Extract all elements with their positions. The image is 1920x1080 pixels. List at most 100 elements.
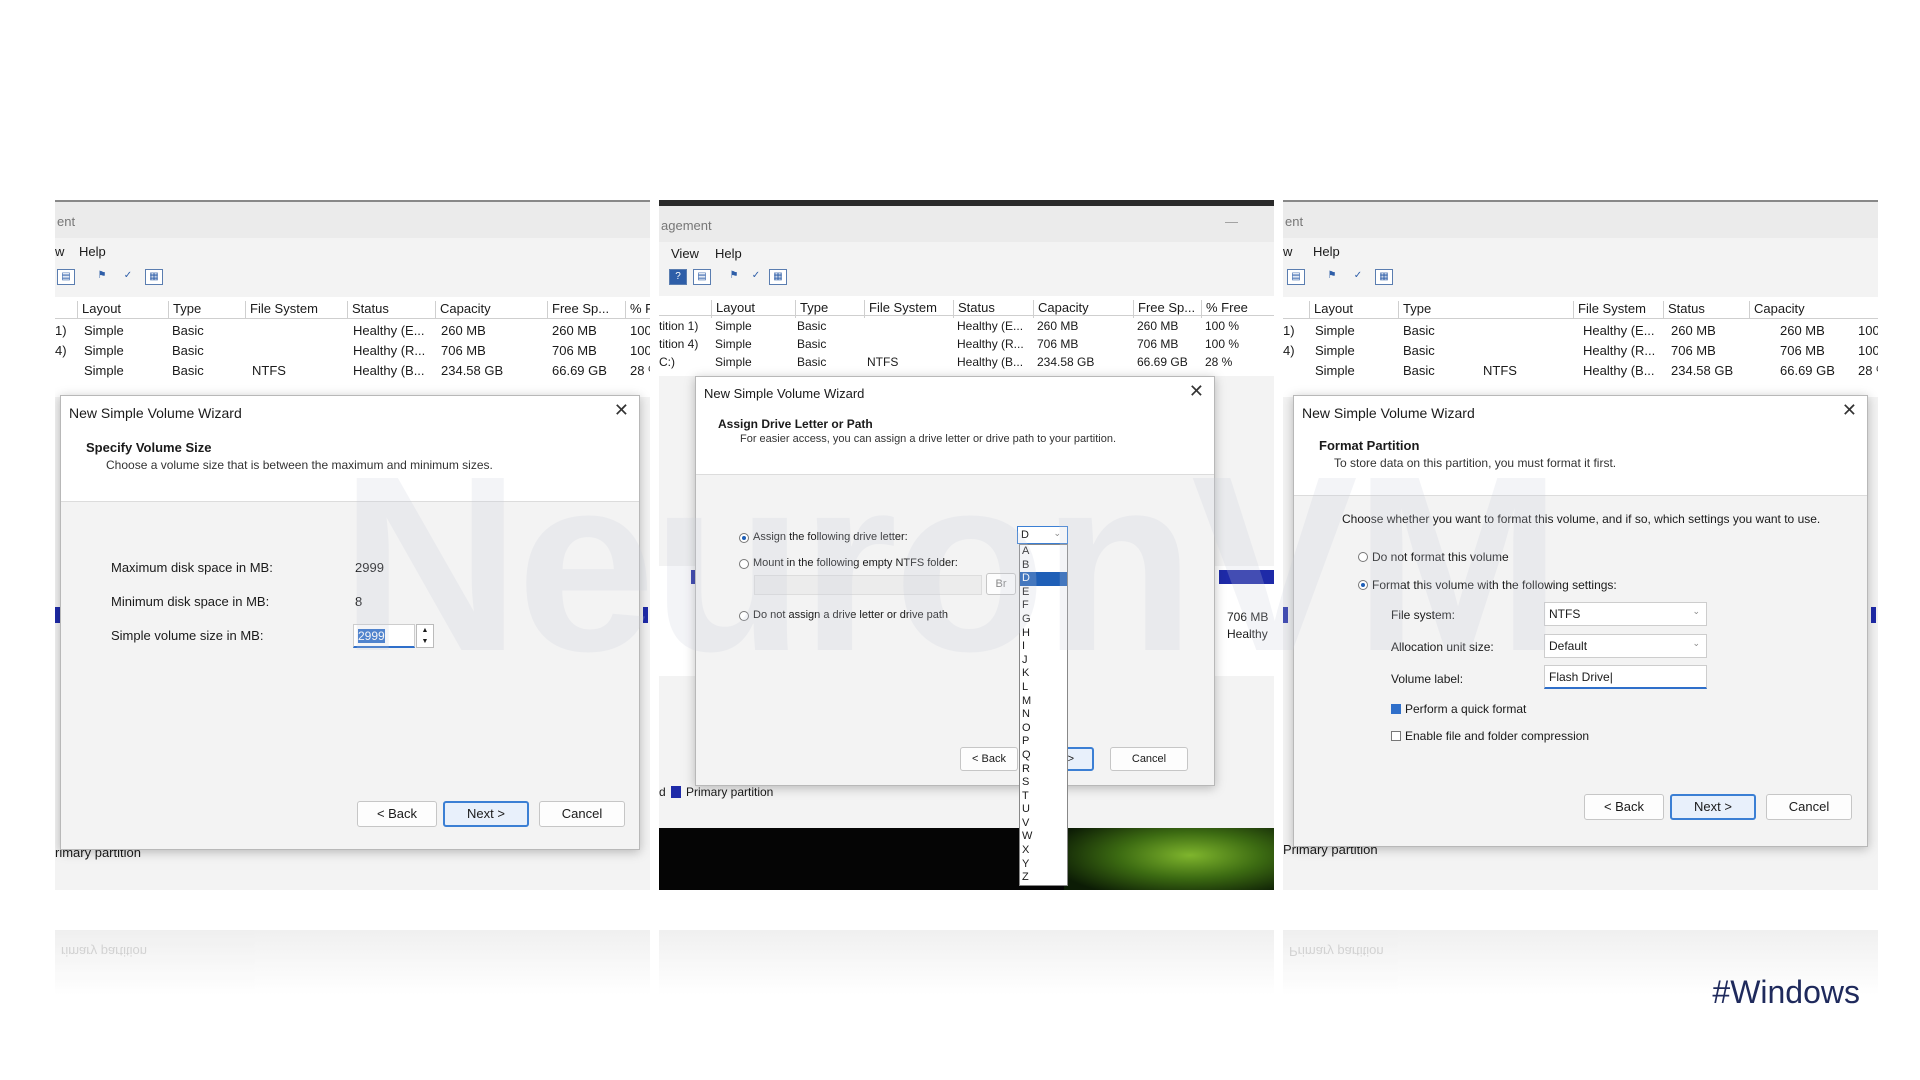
drive-letter-list[interactable]: ABDEFGHIJKLMNOPQRSTUVWXYZ [1019, 544, 1068, 886]
drive-letter-option[interactable]: Y [1020, 858, 1067, 872]
col-capacity[interactable]: Capacity [1033, 300, 1089, 318]
disk-list-icon[interactable]: ▤ [693, 269, 711, 285]
file-system-select[interactable]: NTFS ⌄ [1544, 602, 1707, 626]
back-button[interactable]: < Back [960, 747, 1018, 771]
col-type[interactable]: Type [1398, 301, 1431, 319]
browse-button[interactable]: Br [986, 573, 1016, 595]
back-button[interactable]: < Back [1584, 794, 1664, 820]
col-file-system[interactable]: File System [864, 300, 937, 318]
col-pct-free[interactable]: % Free [1201, 300, 1248, 318]
no-format-radio[interactable] [1358, 552, 1368, 562]
drive-letter-option[interactable]: G [1020, 613, 1067, 627]
checklist-icon[interactable]: ✓ [119, 269, 137, 285]
properties-icon[interactable]: ▦ [769, 269, 787, 285]
drive-letter-option[interactable]: P [1020, 735, 1067, 749]
chevron-down-icon[interactable]: ▼ [422, 638, 429, 645]
drive-letter-option[interactable]: W [1020, 830, 1067, 844]
drive-letter-option[interactable]: B [1020, 559, 1067, 573]
compression-checkbox[interactable] [1391, 731, 1401, 741]
volume-size-input[interactable]: 2999 [353, 624, 415, 648]
drive-letter-option[interactable]: V [1020, 817, 1067, 831]
drive-letter-option[interactable]: D [1020, 572, 1067, 586]
size-spinner[interactable]: ▲ ▼ [416, 624, 434, 648]
drive-letter-select[interactable]: D ⌄ [1017, 526, 1068, 544]
mount-path-input[interactable] [754, 575, 982, 595]
col-type[interactable]: Type [168, 301, 201, 319]
connect-icon[interactable]: ⚑ [1323, 269, 1341, 285]
col-layout[interactable]: Layout [1309, 301, 1353, 319]
properties-icon[interactable]: ▦ [1375, 269, 1393, 285]
volume-label-input[interactable]: Flash Drive| [1544, 665, 1707, 689]
drive-letter-option[interactable]: N [1020, 708, 1067, 722]
quick-format-checkbox[interactable] [1391, 704, 1401, 714]
no-letter-radio[interactable] [739, 611, 749, 621]
cancel-button[interactable]: Cancel [1110, 747, 1188, 771]
minimize-button[interactable]: — [1225, 214, 1238, 229]
table-row[interactable]: 4) Simple Basic Healthy (R... 706 MB 706… [1283, 341, 1878, 360]
drive-letter-option[interactable]: R [1020, 763, 1067, 777]
drive-letter-option[interactable]: I [1020, 640, 1067, 654]
properties-icon[interactable]: ▦ [145, 269, 163, 285]
disk-list-icon[interactable]: ▤ [1287, 269, 1305, 285]
col-capacity[interactable]: Capacity [1749, 301, 1805, 319]
drive-letter-option[interactable]: M [1020, 695, 1067, 709]
checklist-icon[interactable]: ✓ [1349, 269, 1367, 285]
next-button[interactable]: Next > [443, 801, 529, 827]
table-row[interactable]: tition 4) Simple Basic Healthy (R... 706… [659, 335, 1274, 354]
menu-item-view[interactable]: View [671, 246, 699, 261]
col-pct-free[interactable]: % Free [625, 301, 650, 319]
help-icon[interactable]: ? [669, 269, 687, 285]
close-icon[interactable]: ✕ [614, 400, 629, 421]
drive-letter-option[interactable]: A [1020, 545, 1067, 559]
disk-list-icon[interactable]: ▤ [57, 269, 75, 285]
drive-letter-option[interactable]: O [1020, 722, 1067, 736]
drive-letter-option[interactable]: Z [1020, 871, 1067, 885]
close-icon[interactable]: ✕ [1189, 381, 1204, 402]
drive-letter-option[interactable]: S [1020, 776, 1067, 790]
col-layout[interactable]: Layout [711, 300, 755, 318]
drive-letter-option[interactable]: E [1020, 586, 1067, 600]
drive-letter-option[interactable]: L [1020, 681, 1067, 695]
cancel-button[interactable]: Cancel [539, 801, 625, 827]
col-file-system[interactable]: File System [1573, 301, 1646, 319]
drive-letter-option[interactable]: T [1020, 790, 1067, 804]
drive-letter-option[interactable]: J [1020, 654, 1067, 668]
format-radio[interactable] [1358, 580, 1368, 590]
menu-item-view[interactable]: w [1283, 244, 1292, 259]
drive-letter-option[interactable]: K [1020, 667, 1067, 681]
connect-icon[interactable]: ⚑ [93, 269, 111, 285]
table-row[interactable]: 1) Simple Basic Healthy (E... 260 MB 260… [1283, 321, 1878, 340]
menu-item-view[interactable]: w [55, 244, 64, 259]
drive-letter-option[interactable]: X [1020, 844, 1067, 858]
table-row[interactable]: 4) Simple Basic Healthy (R... 706 MB 706… [55, 341, 650, 360]
menu-item-help[interactable]: Help [715, 246, 742, 261]
menu-item-help[interactable]: Help [79, 244, 106, 259]
table-row[interactable]: Simple Basic NTFS Healthy (B... 234.58 G… [1283, 361, 1878, 380]
table-row[interactable]: tition 1) Simple Basic Healthy (E... 260… [659, 317, 1274, 336]
checklist-icon[interactable]: ✓ [747, 269, 765, 285]
col-status[interactable]: Status [347, 301, 389, 319]
next-button[interactable]: Next > [1670, 794, 1756, 820]
col-free-space[interactable]: Free Sp... [1133, 300, 1195, 318]
close-icon[interactable]: ✕ [1842, 400, 1857, 421]
table-row[interactable]: 1) Simple Basic Healthy (E... 260 MB 260… [55, 321, 650, 340]
col-layout[interactable]: Layout [77, 301, 121, 319]
drive-letter-option[interactable]: Q [1020, 749, 1067, 763]
col-file-system[interactable]: File System [245, 301, 318, 319]
col-type[interactable]: Type [795, 300, 828, 318]
connect-icon[interactable]: ⚑ [725, 269, 743, 285]
table-row[interactable]: Simple Basic NTFS Healthy (B... 234.58 G… [55, 361, 650, 380]
chevron-down-icon[interactable]: ⌄ [1053, 528, 1061, 539]
drive-letter-option[interactable]: U [1020, 803, 1067, 817]
drive-letter-option[interactable]: F [1020, 599, 1067, 613]
back-button[interactable]: < Back [357, 801, 437, 827]
mount-folder-radio[interactable] [739, 559, 749, 569]
drive-letter-option[interactable]: H [1020, 627, 1067, 641]
table-row[interactable]: C:) Simple Basic NTFS Healthy (B... 234.… [659, 353, 1274, 372]
col-status[interactable]: Status [1663, 301, 1705, 319]
assign-letter-radio[interactable] [739, 533, 749, 543]
cancel-button[interactable]: Cancel [1766, 794, 1852, 820]
col-status[interactable]: Status [953, 300, 995, 318]
col-free-space[interactable]: Free Sp... [547, 301, 609, 319]
chevron-up-icon[interactable]: ▲ [422, 627, 429, 634]
